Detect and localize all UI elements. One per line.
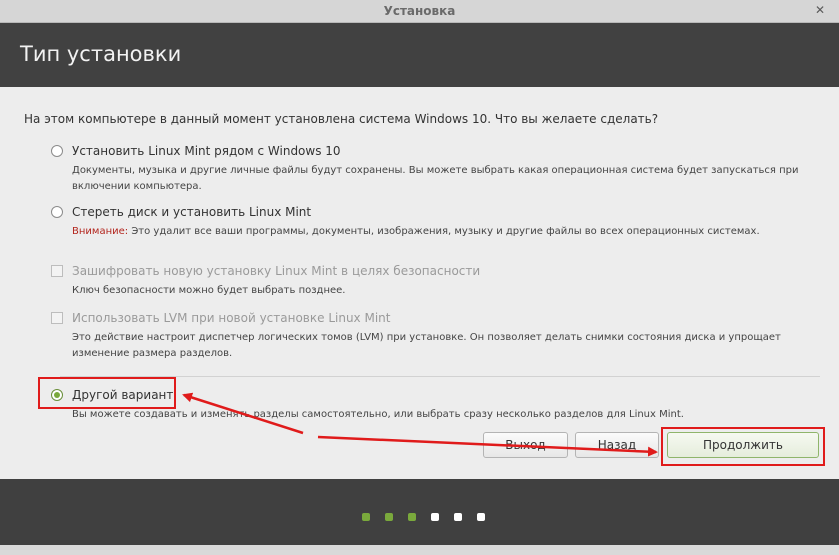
bottom-strip xyxy=(0,545,839,555)
arrow-to-continue xyxy=(317,435,658,457)
arrow-to-other-option xyxy=(182,392,304,435)
progress-dot-pending xyxy=(454,513,462,521)
progress-dot-complete xyxy=(385,513,393,521)
progress-dot-complete xyxy=(362,513,370,521)
progress-dot-pending xyxy=(477,513,485,521)
footer-bar xyxy=(0,479,839,545)
progress-dot-complete xyxy=(408,513,416,521)
progress-dot-pending xyxy=(431,513,439,521)
annotation-arrows xyxy=(182,392,658,457)
